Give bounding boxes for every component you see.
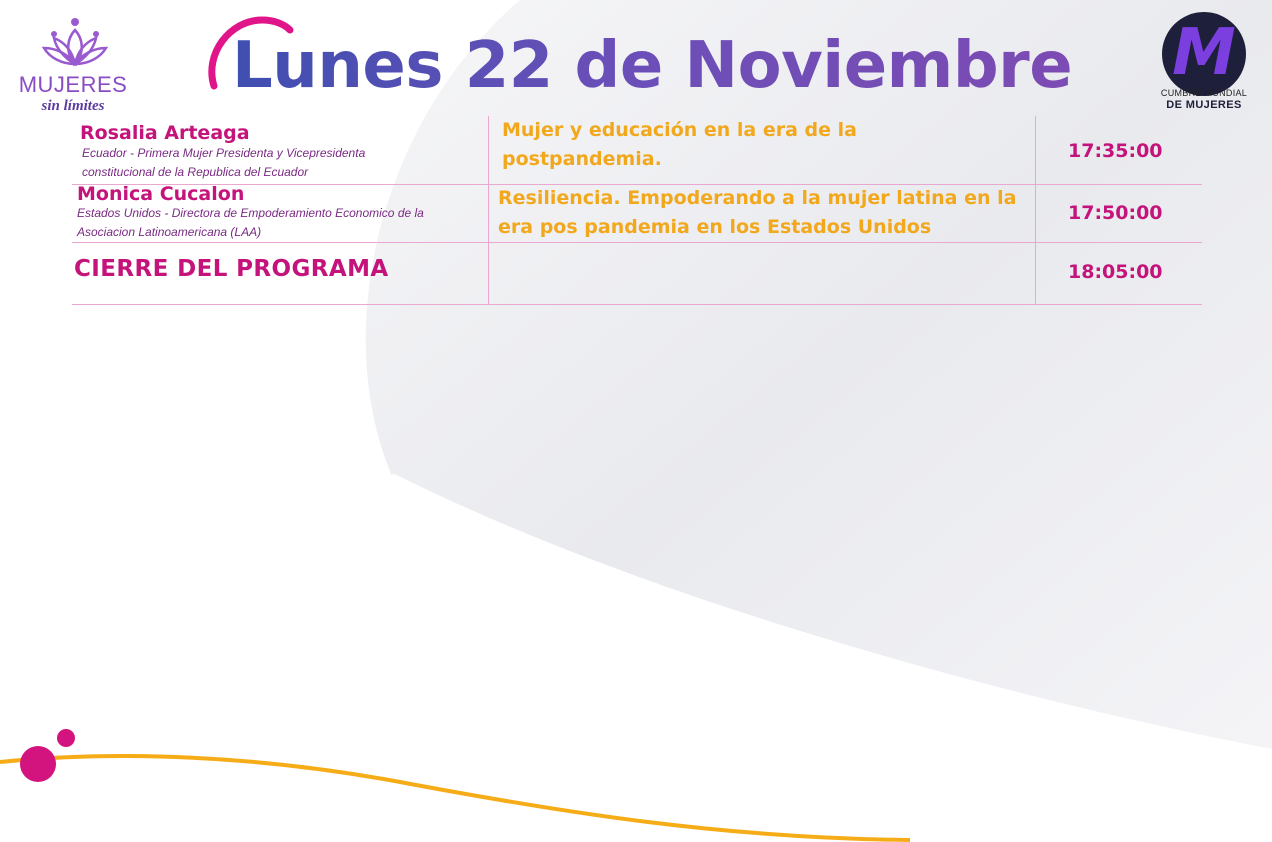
left-logo-line1: MUJERES: [18, 72, 128, 97]
session-topic: Resiliencia. Empoderando a la mujer lati…: [498, 187, 1017, 238]
schedule-table: Rosalia Arteaga Ecuador - Primera Mujer …: [72, 116, 1202, 306]
logo-letter: M: [1172, 16, 1236, 90]
session-topic: Mujer y educación en la era de la postpa…: [502, 119, 857, 170]
speaker-description: Ecuador - Primera Mujer Presidenta y Vic…: [82, 146, 366, 179]
right-logo-line1: CUMBRE MUNDIAL: [1160, 88, 1248, 98]
lotus-crown-icon: [41, 18, 109, 67]
bottom-wave-decoration: [0, 729, 911, 842]
page-title: Lunes 22 de Noviembre: [232, 26, 1073, 106]
cumbre-mundial-logo: M CUMBRE MUNDIAL DE MUJERES: [1156, 12, 1256, 114]
session-time: 17:35:00: [1068, 140, 1163, 162]
right-logo-line2: DE MUJERES: [1166, 99, 1242, 111]
speaker-description: Estados Unidos - Directora de Empoderami…: [77, 206, 424, 239]
speaker-name: Rosalia Arteaga: [80, 122, 250, 144]
mujeres-sin-limites-logo: MUJERES sin límites: [18, 16, 128, 120]
table-row: CIERRE DEL PROGRAMA 18:05:00: [72, 242, 1202, 305]
left-logo-line2: sin límites: [41, 98, 105, 114]
speaker-name: Monica Cucalon: [77, 183, 245, 205]
table-row: Rosalia Arteaga Ecuador - Primera Mujer …: [72, 116, 1202, 185]
session-time: 18:05:00: [1068, 261, 1163, 283]
table-row: Monica Cucalon Estados Unidos - Director…: [72, 183, 1202, 243]
session-time: 17:50:00: [1068, 202, 1163, 224]
closing-label: CIERRE DEL PROGRAMA: [74, 256, 389, 282]
